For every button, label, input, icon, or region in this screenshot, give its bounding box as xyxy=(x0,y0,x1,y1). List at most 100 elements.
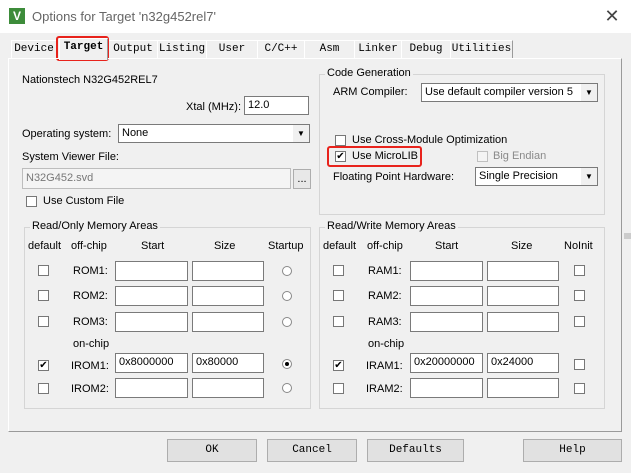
use-custom-file-checkbox[interactable] xyxy=(26,196,37,207)
arm-compiler-value: Use default compiler version 5 xyxy=(425,86,573,98)
rom1-default-checkbox[interactable] xyxy=(38,265,49,276)
close-icon[interactable]: ✕ xyxy=(598,3,626,29)
fpu-value: Single Precision xyxy=(479,170,558,182)
device-name: Nationstech N32G452REL7 xyxy=(22,74,158,86)
tab-asm[interactable]: Asm xyxy=(304,40,355,58)
fpu-label: Floating Point Hardware: xyxy=(333,171,455,183)
ram3-size-input[interactable] xyxy=(487,312,559,332)
rom2-default-checkbox[interactable] xyxy=(38,290,49,301)
ram2-label: RAM2: xyxy=(368,290,402,302)
window-title: Options for Target 'n32g452rel7' xyxy=(32,9,216,24)
irom1-start-input[interactable]: 0x8000000 xyxy=(115,353,188,373)
cancel-button[interactable]: Cancel xyxy=(267,439,357,462)
rw-group-title: Read/Write Memory Areas xyxy=(325,220,458,232)
svd-file-input[interactable]: N32G452.svd xyxy=(22,168,291,189)
ram1-label: RAM1: xyxy=(368,265,402,277)
svd-browse-button[interactable]: ... xyxy=(293,169,311,189)
ro-group-title: Read/Only Memory Areas xyxy=(30,220,160,232)
ro-header-size: Size xyxy=(214,240,236,252)
tab-debug[interactable]: Debug xyxy=(401,40,451,58)
irom1-startup-radio[interactable] xyxy=(282,359,292,369)
ram1-noinit-checkbox[interactable] xyxy=(574,265,585,276)
os-select-value: None xyxy=(122,127,149,139)
svd-label: System Viewer File: xyxy=(22,151,119,163)
xtal-input[interactable]: 12.0 xyxy=(244,96,309,115)
irom2-label: IROM2: xyxy=(71,383,109,395)
keil-app-icon: V xyxy=(9,8,25,24)
rom3-size-input[interactable] xyxy=(192,312,264,332)
iram2-size-input[interactable] xyxy=(487,378,559,398)
os-label: Operating system: xyxy=(22,128,112,140)
rom1-startup-radio[interactable] xyxy=(282,266,292,276)
ram2-default-checkbox[interactable] xyxy=(333,290,344,301)
irom2-default-checkbox[interactable] xyxy=(38,383,49,394)
rw-header-offchip: off-chip xyxy=(367,240,403,252)
tab-c-cpp[interactable]: C/C++ xyxy=(257,40,305,58)
ram1-start-input[interactable] xyxy=(410,261,483,281)
rom2-start-input[interactable] xyxy=(115,286,188,306)
rom2-startup-radio[interactable] xyxy=(282,291,292,301)
arm-compiler-label: ARM Compiler: xyxy=(333,86,408,98)
rom1-size-input[interactable] xyxy=(192,261,264,281)
rom2-size-input[interactable] xyxy=(192,286,264,306)
tab-device[interactable]: Device xyxy=(11,40,57,58)
rom1-start-input[interactable] xyxy=(115,261,188,281)
irom2-size-input[interactable] xyxy=(192,378,264,398)
tab-listing[interactable]: Listing xyxy=(157,40,207,58)
iram1-start-input[interactable]: 0x20000000 xyxy=(410,353,483,373)
ram1-default-checkbox[interactable] xyxy=(333,265,344,276)
big-endian-label: Big Endian xyxy=(493,150,547,162)
irom1-default-checkbox[interactable]: ✔ xyxy=(38,360,49,371)
fpu-select[interactable]: Single Precision ▼ xyxy=(475,167,598,186)
ram3-label: RAM3: xyxy=(368,316,402,328)
ram3-start-input[interactable] xyxy=(410,312,483,332)
iram1-default-checkbox[interactable]: ✔ xyxy=(333,360,344,371)
rw-header-default: default xyxy=(323,240,357,252)
ram2-start-input[interactable] xyxy=(410,286,483,306)
tab-linker[interactable]: Linker xyxy=(354,40,402,58)
ro-header-default: default xyxy=(28,240,62,252)
rom1-label: ROM1: xyxy=(73,265,108,277)
tab-user[interactable]: User xyxy=(206,40,258,58)
xtal-label: Xtal (MHz): xyxy=(186,101,241,113)
iram1-label: IRAM1: xyxy=(366,360,403,372)
irom2-start-input[interactable] xyxy=(115,378,188,398)
tab-utilities[interactable]: Utilities xyxy=(450,40,513,58)
ro-on-chip-label: on-chip xyxy=(73,338,110,350)
os-select[interactable]: None ▼ xyxy=(118,124,310,143)
rom3-start-input[interactable] xyxy=(115,312,188,332)
iram1-size-input[interactable]: 0x24000 xyxy=(487,353,559,373)
rom2-label: ROM2: xyxy=(73,290,108,302)
background-scrollbar-edge xyxy=(624,233,631,239)
rom3-default-checkbox[interactable] xyxy=(38,316,49,327)
chevron-down-icon: ▼ xyxy=(581,84,597,101)
ram2-noinit-checkbox[interactable] xyxy=(574,290,585,301)
rw-header-start: Start xyxy=(435,240,459,252)
irom2-startup-radio[interactable] xyxy=(282,383,292,393)
tab-output[interactable]: Output xyxy=(108,40,158,58)
big-endian-checkbox[interactable] xyxy=(477,151,488,162)
tab-target[interactable]: Target xyxy=(59,38,108,60)
iram2-start-input[interactable] xyxy=(410,378,483,398)
iram2-label: IRAM2: xyxy=(366,383,403,395)
ram3-default-checkbox[interactable] xyxy=(333,316,344,327)
ram3-noinit-checkbox[interactable] xyxy=(574,316,585,327)
cross-module-checkbox[interactable] xyxy=(335,135,346,146)
chevron-down-icon: ▼ xyxy=(293,125,309,142)
iram1-noinit-checkbox[interactable] xyxy=(574,359,585,370)
ro-header-offchip: off-chip xyxy=(71,240,107,252)
chevron-down-icon: ▼ xyxy=(581,168,597,185)
iram2-noinit-checkbox[interactable] xyxy=(574,383,585,394)
use-custom-file-label: Use Custom File xyxy=(43,195,125,207)
highlight-microlib xyxy=(327,146,422,167)
iram2-default-checkbox[interactable] xyxy=(333,383,344,394)
irom1-size-input[interactable]: 0x80000 xyxy=(192,353,264,373)
ram2-size-input[interactable] xyxy=(487,286,559,306)
ok-button[interactable]: OK xyxy=(167,439,257,462)
arm-compiler-select[interactable]: Use default compiler version 5 ▼ xyxy=(421,83,598,102)
rom3-startup-radio[interactable] xyxy=(282,317,292,327)
ram1-size-input[interactable] xyxy=(487,261,559,281)
code-generation-title: Code Generation xyxy=(325,67,413,79)
help-button[interactable]: Help xyxy=(523,439,622,462)
defaults-button[interactable]: Defaults xyxy=(367,439,464,462)
